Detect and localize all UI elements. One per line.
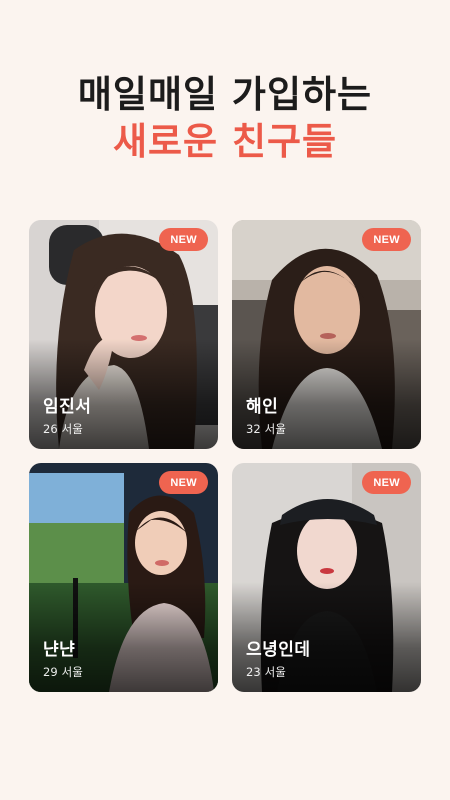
profile-name: 으녕인데 bbox=[246, 640, 311, 660]
profile-meta: 32 서울 bbox=[246, 421, 286, 437]
profile-name: 냔냔 bbox=[43, 640, 76, 660]
profile-age: 26 bbox=[43, 422, 58, 436]
new-badge: NEW bbox=[362, 228, 411, 251]
profile-card[interactable]: NEW 임진서 26 서울 bbox=[29, 220, 218, 449]
profile-meta: 29 서울 bbox=[43, 664, 83, 680]
new-badge: NEW bbox=[362, 471, 411, 494]
new-badge: NEW bbox=[159, 228, 208, 251]
profile-city: 서울 bbox=[264, 422, 286, 436]
profile-card[interactable]: NEW 냔냔 29 서울 bbox=[29, 463, 218, 692]
profile-card[interactable]: NEW 으녕인데 23 서울 bbox=[232, 463, 421, 692]
profile-card[interactable]: NEW 해인 32 서울 bbox=[232, 220, 421, 449]
profile-age: 23 bbox=[246, 665, 261, 679]
profile-city: 서울 bbox=[61, 422, 83, 436]
profile-city: 서울 bbox=[61, 665, 83, 679]
profile-city: 서울 bbox=[264, 665, 286, 679]
profile-age: 32 bbox=[246, 422, 261, 436]
headline-line-1: 매일매일 가입하는 bbox=[77, 73, 373, 116]
headline-line-2: 새로운 친구들 bbox=[112, 120, 338, 163]
profile-age: 29 bbox=[43, 665, 58, 679]
profile-meta: 23 서울 bbox=[246, 664, 286, 680]
profile-name: 해인 bbox=[246, 397, 279, 417]
new-badge: NEW bbox=[159, 471, 208, 494]
profile-name: 임진서 bbox=[43, 397, 92, 417]
profile-meta: 26 서울 bbox=[43, 421, 83, 437]
